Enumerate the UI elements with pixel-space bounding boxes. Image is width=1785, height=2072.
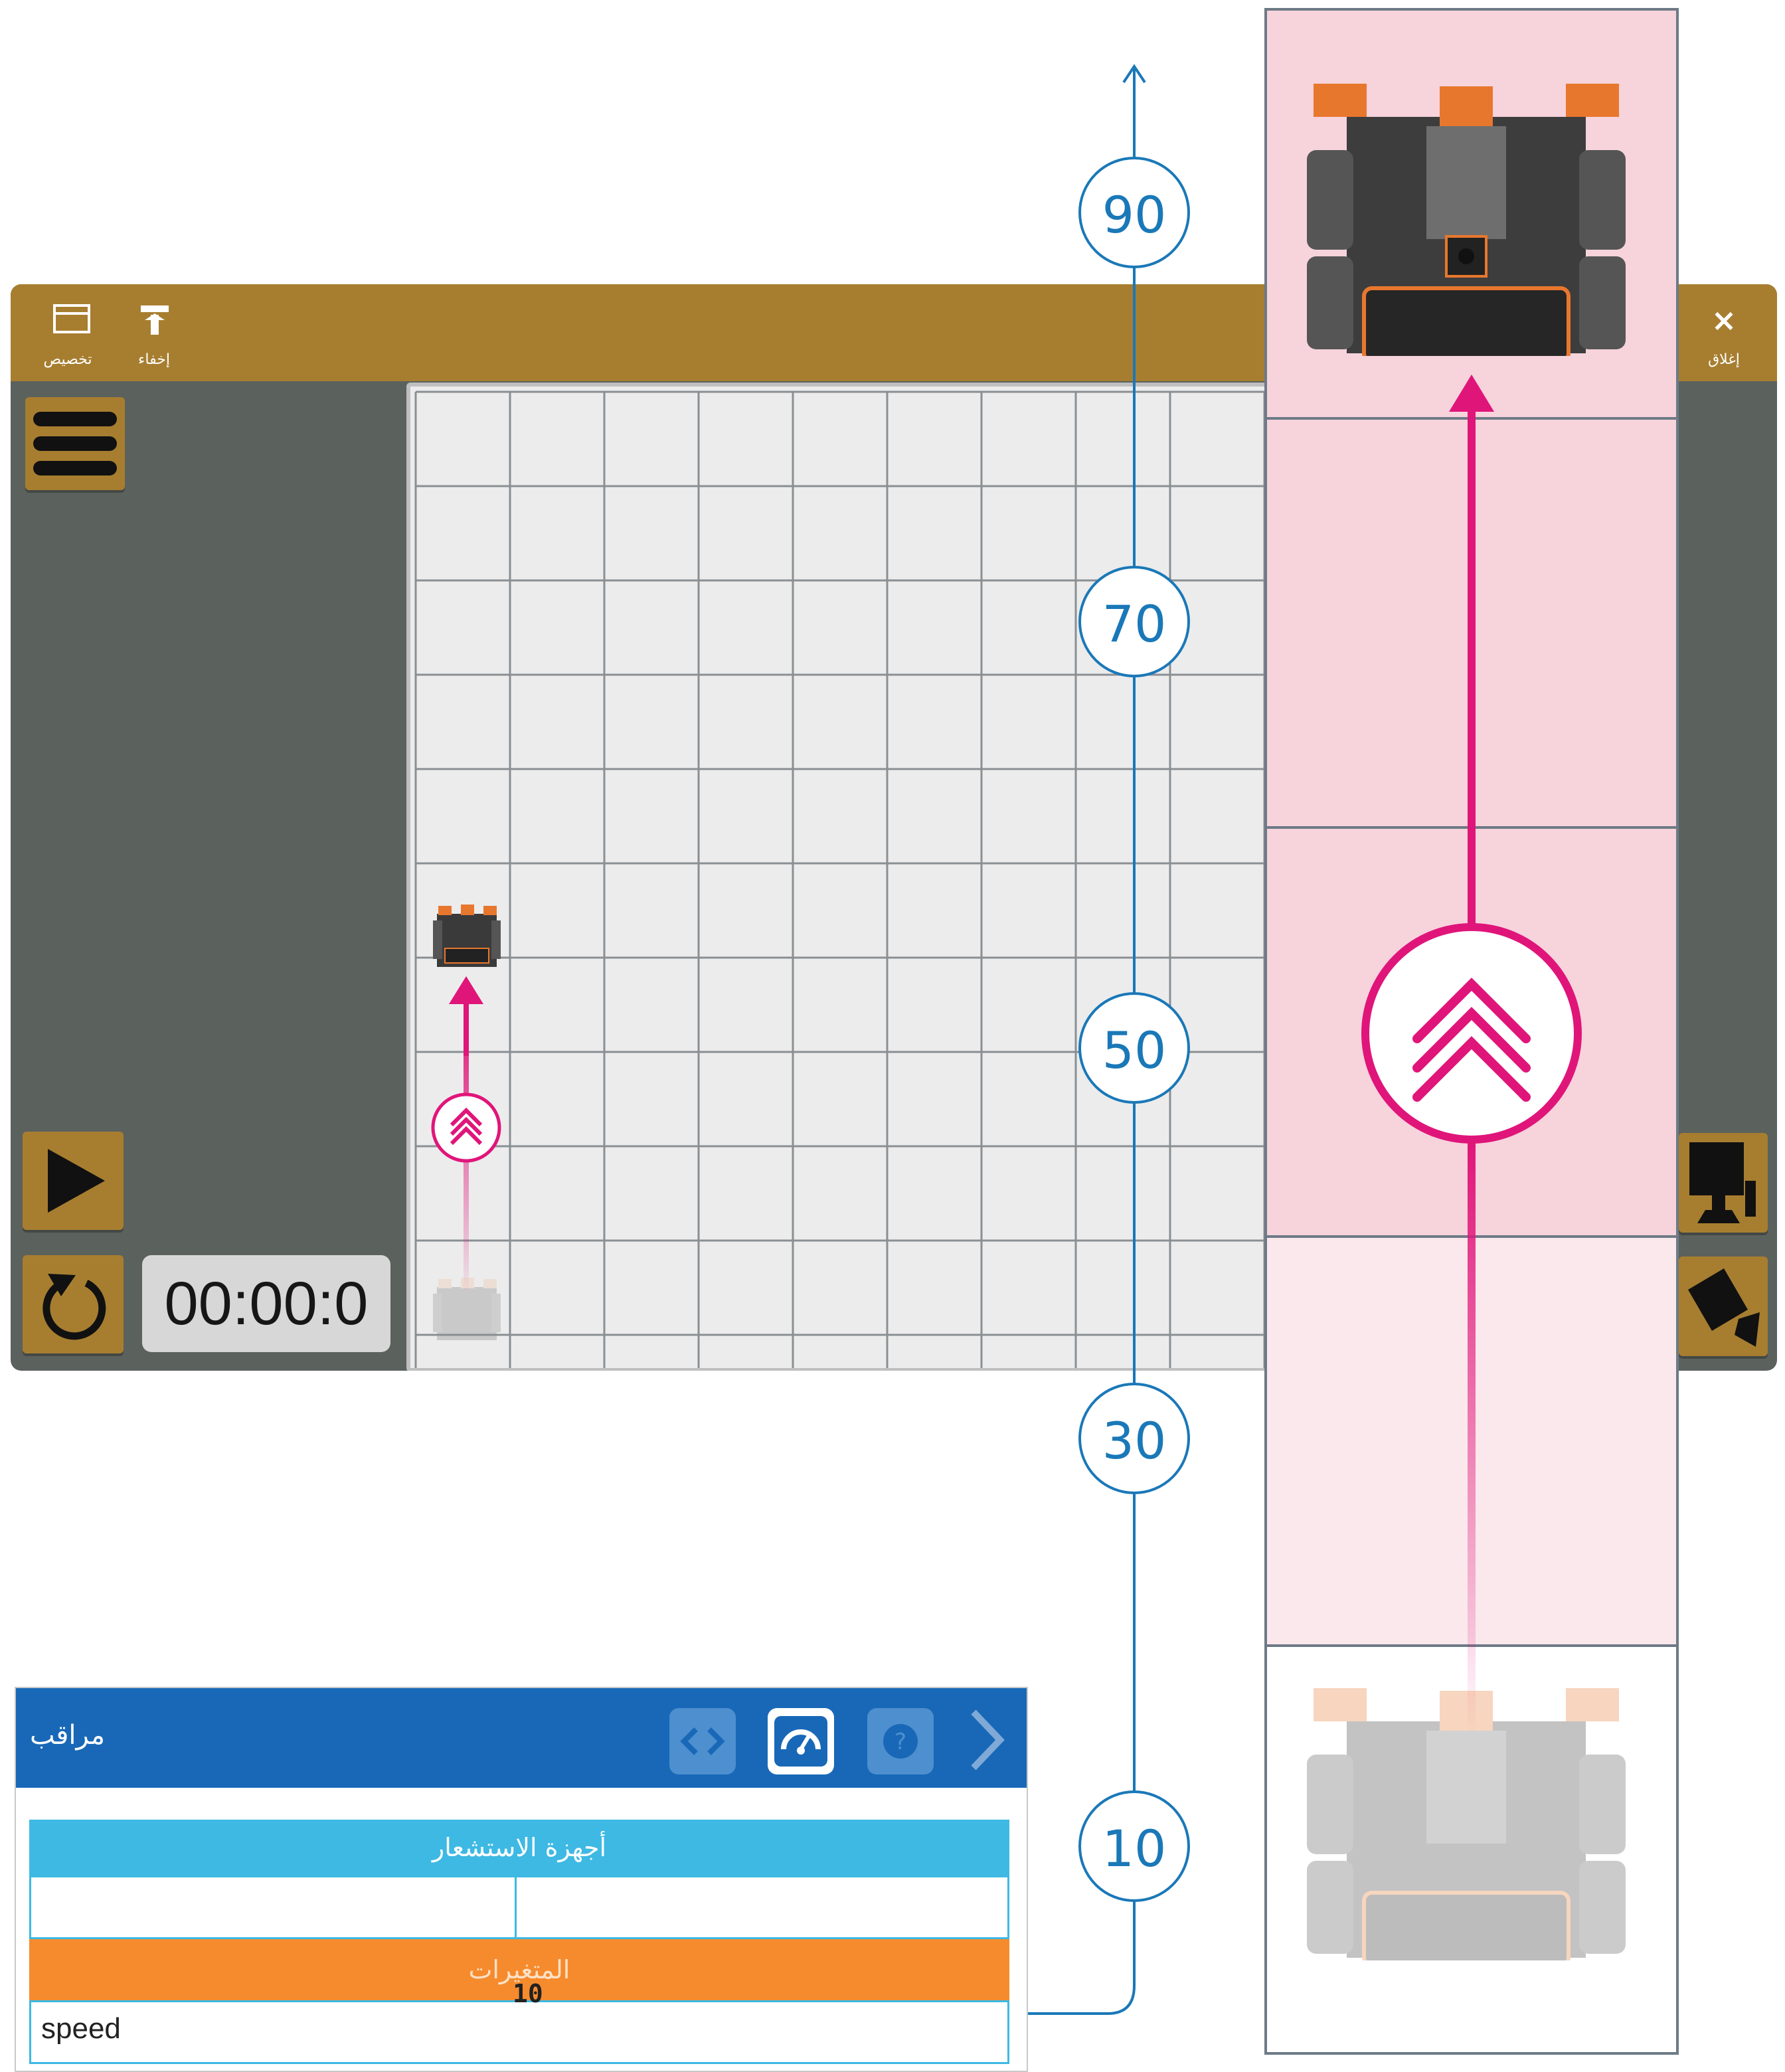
scale-marker-50: 50 [1078, 992, 1190, 1104]
code-brackets-icon [680, 1727, 725, 1755]
svg-text:?: ? [894, 1729, 906, 1755]
monitor-panel: مراقب ? أجهزة الاستشعار المتغيرات speed [15, 1687, 1028, 2072]
sensors-header: أجهزة الاستشعار [29, 1820, 1009, 1875]
monitor-title: مراقب [29, 1720, 105, 1751]
sensors-row [29, 1875, 1009, 1939]
variable-name: speed [41, 2012, 121, 2045]
monitor-view-button[interactable] [768, 1708, 834, 1774]
help-icon: ? [883, 1724, 918, 1759]
help-button[interactable]: ? [867, 1708, 934, 1774]
variable-value: 10 [513, 1979, 543, 2008]
scale-marker-10: 10 [1078, 1790, 1190, 1902]
monitor-header: مراقب ? [16, 1688, 1027, 1788]
scale-marker-30: 30 [1078, 1383, 1190, 1494]
scale-marker-70: 70 [1078, 566, 1190, 677]
scale-marker-90: 90 [1078, 157, 1190, 268]
chevron-right-icon[interactable] [963, 1707, 1009, 1773]
variable-row [29, 2000, 1009, 2064]
dashboard-gauge-icon [774, 1716, 827, 1767]
code-view-button[interactable] [669, 1708, 736, 1774]
